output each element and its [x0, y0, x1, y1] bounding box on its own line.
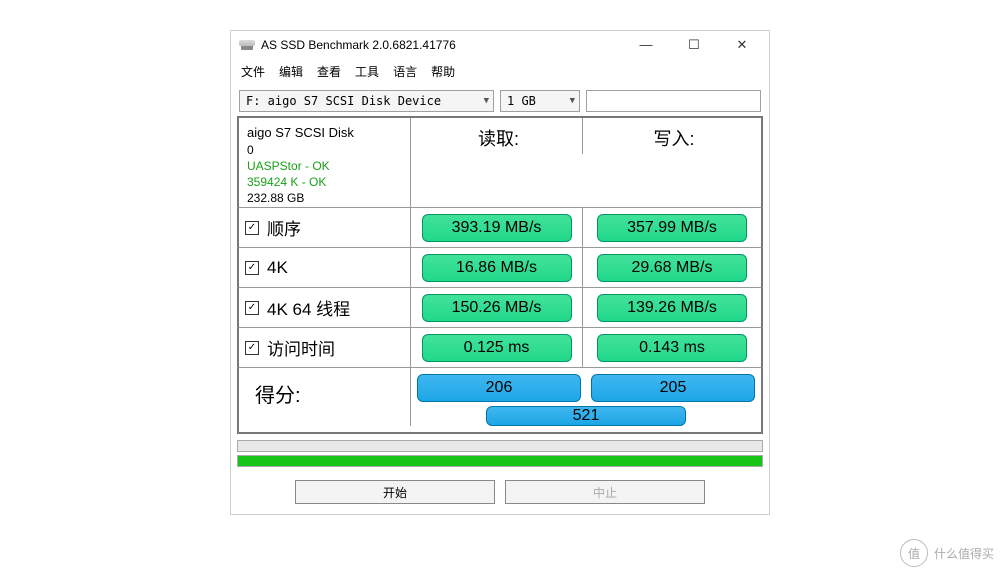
stop-button[interactable]: 中止: [505, 480, 705, 504]
header-row: aigo S7 SCSI Disk 0 UASPStor - OK 359424…: [237, 118, 763, 208]
access-checkbox[interactable]: ✓: [245, 341, 259, 355]
seq-label: 顺序: [267, 215, 301, 240]
4k64-checkbox[interactable]: ✓: [245, 301, 259, 315]
header-write-label: 写入:: [649, 121, 694, 151]
device-info: aigo S7 SCSI Disk 0 UASPStor - OK 359424…: [239, 118, 411, 212]
row-score: 得分: 206 205 521: [237, 368, 763, 434]
progress-bar-2: [237, 455, 763, 467]
row-access: ✓ 访问时间 0.125 ms 0.143 ms: [237, 328, 763, 368]
device-capacity: 232.88 GB: [247, 190, 402, 206]
menu-help[interactable]: 帮助: [431, 63, 455, 80]
app-icon: [239, 38, 255, 52]
button-row: 开始 中止: [231, 474, 769, 514]
size-select[interactable]: 1 GB ▼: [500, 90, 580, 112]
progress-area: [231, 434, 769, 474]
device-index: 0: [247, 142, 402, 158]
4k-checkbox[interactable]: ✓: [245, 261, 259, 275]
column-header-read: 读取:: [411, 118, 583, 154]
toolbar-blank: [586, 90, 761, 112]
chevron-down-icon: ▼: [478, 96, 489, 106]
menu-bar: 文件 编辑 查看 工具 语言 帮助: [231, 59, 769, 86]
close-button[interactable]: ✕: [727, 37, 757, 53]
4k-read-value: 16.86 MB/s: [422, 254, 572, 282]
size-select-value: 1 GB: [507, 94, 536, 108]
watermark: 值 什么值得买: [900, 539, 994, 567]
access-write-value: 0.143 ms: [597, 334, 747, 362]
toolbar: F: aigo S7 SCSI Disk Device ▼ 1 GB ▼: [231, 86, 769, 116]
access-label: 访问时间: [267, 335, 335, 360]
device-align: 359424 K - OK: [247, 174, 402, 190]
4k64-label: 4K 64 线程: [267, 295, 350, 320]
seq-write-value: 357.99 MB/s: [597, 214, 747, 242]
window-title: AS SSD Benchmark 2.0.6821.41776: [261, 38, 631, 52]
device-driver: UASPStor - OK: [247, 158, 402, 174]
seq-read-value: 393.19 MB/s: [422, 214, 572, 242]
menu-tools[interactable]: 工具: [355, 63, 379, 80]
results-grid: aigo S7 SCSI Disk 0 UASPStor - OK 359424…: [237, 116, 763, 434]
chevron-down-icon: ▼: [564, 96, 575, 106]
seq-checkbox[interactable]: ✓: [245, 221, 259, 235]
drive-select-value: F: aigo S7 SCSI Disk Device: [246, 94, 441, 108]
minimize-button[interactable]: —: [631, 37, 661, 53]
start-button[interactable]: 开始: [295, 480, 495, 504]
4k64-write-value: 139.26 MB/s: [597, 294, 747, 322]
menu-edit[interactable]: 编辑: [279, 63, 303, 80]
app-window: AS SSD Benchmark 2.0.6821.41776 — ☐ ✕ 文件…: [230, 30, 770, 515]
title-bar[interactable]: AS SSD Benchmark 2.0.6821.41776 — ☐ ✕: [231, 31, 769, 59]
row-4k64: ✓ 4K 64 线程 150.26 MB/s 139.26 MB/s: [237, 288, 763, 328]
score-write: 205: [591, 374, 755, 402]
4k-write-value: 29.68 MB/s: [597, 254, 747, 282]
watermark-icon: 值: [900, 539, 928, 567]
score-label: 得分:: [245, 371, 301, 408]
menu-file[interactable]: 文件: [241, 63, 265, 80]
device-name: aigo S7 SCSI Disk: [247, 124, 402, 142]
score-total: 521: [486, 406, 686, 426]
drive-select[interactable]: F: aigo S7 SCSI Disk Device ▼: [239, 90, 494, 112]
score-read: 206: [417, 374, 581, 402]
row-seq: ✓ 顺序 393.19 MB/s 357.99 MB/s: [237, 208, 763, 248]
row-4k: ✓ 4K 16.86 MB/s 29.68 MB/s: [237, 248, 763, 288]
access-read-value: 0.125 ms: [422, 334, 572, 362]
watermark-text: 什么值得买: [934, 545, 994, 562]
progress-bar-1: [237, 440, 763, 452]
header-read-label: 读取:: [474, 121, 519, 151]
window-buttons: — ☐ ✕: [631, 37, 761, 53]
maximize-button[interactable]: ☐: [679, 37, 709, 53]
column-header-write: 写入:: [583, 118, 761, 154]
menu-view[interactable]: 查看: [317, 63, 341, 80]
4k-label: 4K: [267, 258, 288, 278]
4k64-read-value: 150.26 MB/s: [422, 294, 572, 322]
menu-lang[interactable]: 语言: [393, 63, 417, 80]
